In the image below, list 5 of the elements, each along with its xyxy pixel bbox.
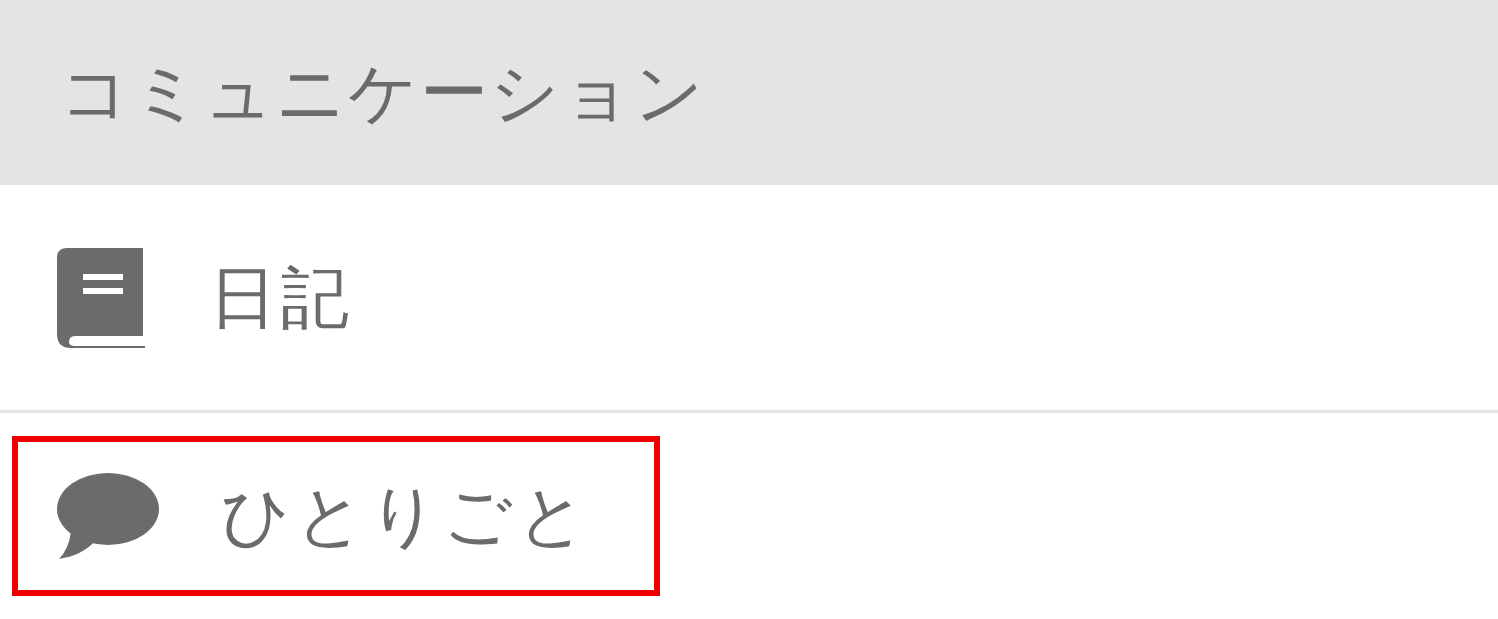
menu-item[interactable]: ひとりごと [12,436,660,596]
book-icon [57,247,145,348]
menu-item[interactable]: 日記 [12,217,660,378]
section-title: コミュニケーション [60,58,706,127]
speech-bubble-icon [57,473,159,559]
